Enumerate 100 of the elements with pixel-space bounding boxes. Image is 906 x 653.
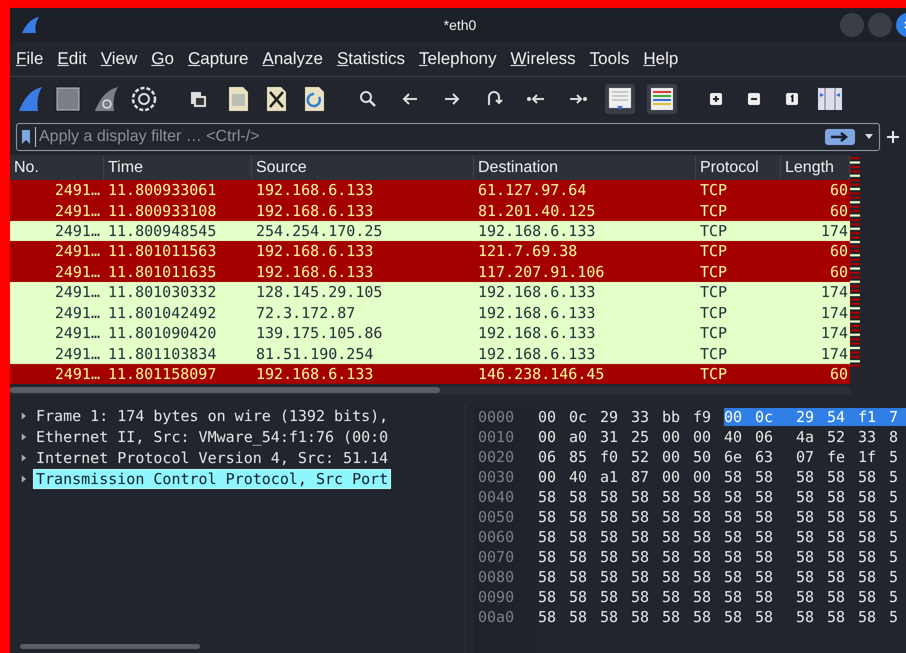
hex-byte[interactable]: 58 bbox=[600, 568, 631, 586]
detail-tree-item[interactable]: Internet Protocol Version 4, Src: 51.14 bbox=[34, 448, 390, 466]
hex-byte[interactable]: 58 bbox=[796, 548, 827, 566]
hex-byte[interactable]: 58 bbox=[538, 588, 569, 606]
hex-byte[interactable]: 5 bbox=[889, 608, 906, 626]
hex-byte[interactable]: 58 bbox=[631, 588, 662, 606]
hex-byte[interactable]: 58 bbox=[755, 528, 796, 546]
menu-item[interactable]: Wireless bbox=[510, 49, 576, 69]
hex-byte[interactable]: 58 bbox=[600, 528, 631, 546]
hex-byte[interactable]: 58 bbox=[796, 468, 827, 486]
hex-byte[interactable]: 58 bbox=[662, 568, 693, 586]
hex-byte[interactable]: 00 bbox=[662, 448, 693, 466]
hex-byte[interactable]: 58 bbox=[569, 548, 600, 566]
hex-byte[interactable]: 54 bbox=[827, 408, 858, 426]
hex-byte[interactable]: 58 bbox=[600, 508, 631, 526]
hex-byte[interactable]: 58 bbox=[569, 588, 600, 606]
hex-byte[interactable]: 58 bbox=[858, 528, 889, 546]
hex-byte[interactable]: 58 bbox=[858, 468, 889, 486]
hex-byte[interactable]: 58 bbox=[631, 488, 662, 506]
hex-byte[interactable]: 58 bbox=[600, 588, 631, 606]
packet-row[interactable]: 2491… 11.800933061 192.168.6.133 61.127.97.64 TCP 60 bbox=[10, 180, 850, 200]
zoom-out-icon[interactable] bbox=[747, 92, 761, 106]
hex-byte[interactable]: 58 bbox=[662, 528, 693, 546]
hex-byte[interactable]: 58 bbox=[755, 508, 796, 526]
hex-byte[interactable]: 58 bbox=[827, 568, 858, 586]
hex-byte[interactable]: 58 bbox=[693, 588, 724, 606]
hex-byte[interactable]: 5 bbox=[889, 488, 906, 506]
hex-byte[interactable]: 58 bbox=[827, 608, 858, 626]
hex-byte[interactable]: 58 bbox=[858, 588, 889, 606]
detail-tree-item[interactable]: Frame 1: 174 bytes on wire (1392 bits), bbox=[34, 406, 390, 424]
hex-byte[interactable]: 58 bbox=[631, 608, 662, 626]
hex-byte[interactable]: 58 bbox=[662, 548, 693, 566]
hex-byte[interactable]: 58 bbox=[755, 548, 796, 566]
hex-byte[interactable]: 00 bbox=[538, 468, 569, 486]
packet-row[interactable]: 2491… 11.801090420 139.175.105.86 192.168.6.133 TCP 174 bbox=[10, 322, 850, 344]
hex-byte[interactable]: 58 bbox=[631, 568, 662, 586]
menu-item[interactable]: Go bbox=[151, 49, 174, 69]
hex-byte[interactable]: 58 bbox=[724, 468, 755, 486]
hex-byte[interactable]: 5 bbox=[889, 448, 906, 466]
hex-byte[interactable]: 58 bbox=[538, 548, 569, 566]
hex-byte[interactable]: a0 bbox=[569, 428, 600, 446]
hex-byte[interactable]: 00 bbox=[662, 428, 693, 446]
hex-byte[interactable]: 5 bbox=[889, 528, 906, 546]
packet-row[interactable]: 2491… 11.801042492 72.3.172.87 192.168.6.133 TCP 174 bbox=[10, 302, 850, 323]
packet-row[interactable]: 2491… 11.801103834 81.51.190.254 192.168.6.133 TCP 174 bbox=[10, 343, 850, 364]
hex-byte[interactable]: 50 bbox=[693, 448, 724, 466]
hex-byte[interactable]: 58 bbox=[662, 608, 693, 626]
menu-item[interactable]: View bbox=[100, 49, 138, 69]
hex-byte[interactable]: 58 bbox=[569, 488, 600, 506]
hex-byte[interactable]: 58 bbox=[662, 508, 693, 526]
hex-byte[interactable]: 33 bbox=[631, 408, 662, 426]
hex-byte[interactable]: 58 bbox=[569, 608, 600, 626]
collapsed-arrow-icon[interactable] bbox=[20, 412, 27, 420]
packet-row[interactable]: 2491… 11.800948545 254.254.170.25 192.168.6.133 TCP 174 bbox=[10, 220, 850, 242]
hex-byte[interactable]: 58 bbox=[827, 548, 858, 566]
detail-tree-item[interactable]: Transmission Control Protocol, Src Port bbox=[34, 470, 390, 488]
hex-byte[interactable]: 58 bbox=[724, 528, 755, 546]
hex-byte[interactable]: 25 bbox=[631, 428, 662, 446]
hex-byte[interactable]: a1 bbox=[600, 468, 631, 486]
hex-byte[interactable]: 58 bbox=[724, 568, 755, 586]
hex-byte[interactable]: 52 bbox=[827, 428, 858, 446]
collapsed-arrow-icon[interactable] bbox=[20, 454, 27, 462]
hex-byte[interactable]: 58 bbox=[827, 468, 858, 486]
collapsed-arrow-icon[interactable] bbox=[20, 432, 27, 440]
hex-byte[interactable]: 31 bbox=[600, 428, 631, 446]
hex-byte[interactable]: 0c bbox=[569, 408, 600, 426]
hex-byte[interactable]: 06 bbox=[538, 448, 569, 466]
packet-row[interactable]: 2491… 11.801158097 192.168.6.133 146.238.146.45 TCP 60 bbox=[10, 364, 850, 384]
autoscroll-icon[interactable] bbox=[604, 83, 636, 115]
hex-byte[interactable]: 7 bbox=[889, 408, 906, 426]
hex-byte[interactable]: 58 bbox=[827, 488, 858, 506]
hex-byte[interactable]: 87 bbox=[631, 468, 662, 486]
hex-byte[interactable]: 1f bbox=[858, 448, 889, 466]
scrollbar-thumb[interactable] bbox=[10, 387, 440, 394]
packet-row[interactable]: 2491… 11.800933108 192.168.6.133 81.201.40.125 TCP 60 bbox=[10, 200, 850, 221]
hex-byte[interactable]: 58 bbox=[755, 568, 796, 586]
hex-byte[interactable]: 40 bbox=[724, 428, 755, 446]
hex-byte[interactable]: 58 bbox=[538, 608, 569, 626]
detail-tree-item[interactable]: Ethernet II, Src: VMware_54:f1:76 (00:0 bbox=[34, 428, 390, 446]
hex-byte[interactable]: 40 bbox=[569, 468, 600, 486]
hex-byte[interactable]: 58 bbox=[569, 528, 600, 546]
hex-byte[interactable]: 00 bbox=[538, 428, 569, 446]
hex-byte[interactable]: 0c bbox=[755, 408, 796, 426]
hex-byte[interactable]: 52 bbox=[631, 448, 662, 466]
colorize-icon[interactable] bbox=[646, 83, 678, 115]
hex-byte[interactable]: 5 bbox=[889, 548, 906, 566]
menu-item[interactable]: File bbox=[16, 49, 44, 69]
hex-byte[interactable]: 58 bbox=[755, 468, 796, 486]
hex-byte[interactable]: 58 bbox=[662, 488, 693, 506]
collapsed-arrow-icon[interactable] bbox=[20, 474, 27, 482]
hex-byte[interactable]: 07 bbox=[796, 448, 827, 466]
hex-byte[interactable]: 5 bbox=[889, 468, 906, 486]
hex-byte[interactable]: 58 bbox=[724, 588, 755, 606]
hex-byte[interactable]: 58 bbox=[755, 608, 796, 626]
packet-row[interactable]: 2491… 11.801011635 192.168.6.133 117.207.91.106 TCP 60 bbox=[10, 262, 850, 282]
hex-byte[interactable]: 5 bbox=[889, 588, 906, 606]
hex-byte[interactable]: 58 bbox=[569, 568, 600, 586]
bookmark-icon[interactable] bbox=[21, 129, 31, 145]
hex-byte[interactable]: 58 bbox=[724, 548, 755, 566]
hex-byte[interactable]: 00 bbox=[693, 428, 724, 446]
